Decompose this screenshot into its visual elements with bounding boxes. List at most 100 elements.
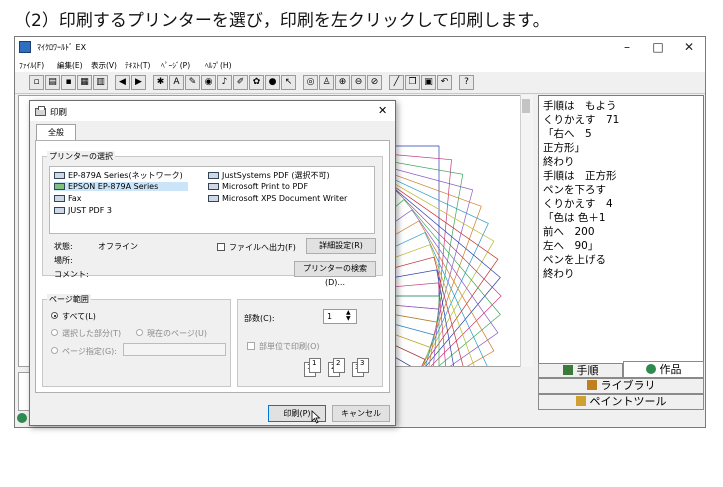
stop-icon[interactable]: ⊘	[367, 75, 382, 90]
brush-icon	[575, 396, 586, 406]
range-current-radio[interactable]	[136, 329, 143, 336]
collate-page-icon: 3	[357, 358, 369, 373]
printer-item-label: JUST PDF 3	[68, 206, 112, 215]
paste-icon[interactable]: ▣	[421, 75, 436, 90]
program-line: ペンを上げる	[543, 254, 606, 266]
copy-icon[interactable]: ❐	[405, 75, 420, 90]
comment-label: コメント:	[54, 270, 89, 279]
range-selection-label: 選択した部分(T)	[62, 329, 122, 338]
range-pages-radio[interactable]	[51, 347, 58, 354]
book-icon	[562, 365, 573, 375]
range-pages-label: ページ指定(G):	[62, 347, 117, 356]
printer-select-label: プリンターの選択	[47, 151, 115, 162]
printer-item-label: JustSystems PDF (選択不可)	[222, 171, 330, 180]
cursor-icon[interactable]: ↖	[281, 75, 296, 90]
save-icon[interactable]: ▪	[61, 75, 76, 90]
printer-item[interactable]: EP-879A Series(ネットワーク)	[54, 170, 183, 181]
range-all-label: すべて(L)	[62, 312, 96, 321]
status-label: 状態:	[54, 242, 73, 251]
printer-icon	[54, 183, 65, 190]
help-icon[interactable]: ?	[459, 75, 474, 90]
program-line: ペンを下ろす	[543, 184, 606, 196]
tab-library-label: ライブラリ	[600, 379, 656, 392]
back-icon[interactable]: ◀	[115, 75, 130, 90]
scrollbar-thumb[interactable]	[522, 99, 530, 113]
find-printer-button[interactable]: プリンターの検索(D)...	[294, 261, 376, 287]
dialog-title: 印刷	[50, 108, 68, 118]
print-dialog: 印刷 ✕ 全般 プリンターの選択 EP-879A Series(ネットワーク) …	[29, 100, 396, 426]
printer-item-label: Microsoft XPS Document Writer	[222, 194, 348, 203]
app-title: ﾏｲｸﾛﾜｰﾙﾄﾞ EX	[37, 43, 87, 52]
brush-icon[interactable]: ✐	[233, 75, 248, 90]
tab-works[interactable]: 作品	[623, 361, 704, 378]
preferences-button[interactable]: 詳細設定(R)	[306, 238, 376, 254]
printer-icon	[208, 195, 219, 202]
eye-icon[interactable]: ◉	[201, 75, 216, 90]
tab-steps[interactable]: 手順	[538, 363, 623, 378]
grid-icon[interactable]: ▥	[93, 75, 108, 90]
menu-help[interactable]: ﾍﾙﾌﾟ(H)	[205, 60, 232, 71]
tab-paint-tool-label: ペイントツール	[589, 395, 667, 408]
open-icon[interactable]: ▤	[45, 75, 60, 90]
printer-item[interactable]: Microsoft Print to PDF	[208, 182, 308, 191]
status-icon	[17, 413, 27, 423]
close-button[interactable]: ✕	[674, 37, 704, 58]
zoom-in-icon[interactable]: ⊕	[335, 75, 350, 90]
menu-view[interactable]: 表示(V)	[91, 60, 117, 71]
forward-icon[interactable]: ▶	[131, 75, 146, 90]
zoom-out-icon[interactable]: ⊖	[351, 75, 366, 90]
tab-paint-tool[interactable]: ペイントツール	[538, 394, 704, 410]
maximize-button[interactable]: □	[643, 37, 673, 58]
canvas-scrollbar[interactable]	[520, 95, 533, 367]
new-icon[interactable]: ▫	[29, 75, 44, 90]
printer-item-label: EP-879A Series(ネットワーク)	[68, 171, 183, 180]
text-icon[interactable]: A	[169, 75, 184, 90]
menu-page[interactable]: ﾍﾟｰｼﾞ(P)	[161, 60, 190, 71]
range-all-radio[interactable]	[51, 312, 58, 319]
globe-icon[interactable]: ●	[265, 75, 280, 90]
instruction-caption: （2）印刷するプリンターを選び，印刷を左クリックして印刷します。	[14, 11, 550, 31]
dialog-close-button[interactable]: ✕	[378, 104, 387, 117]
printer-item[interactable]: Fax	[54, 194, 82, 203]
mouse-cursor-icon	[311, 410, 321, 424]
tab-library[interactable]: ライブラリ	[538, 378, 704, 394]
cancel-button[interactable]: キャンセル	[332, 405, 390, 422]
copies-input[interactable]: 1	[323, 309, 357, 324]
range-current-label: 現在のページ(U)	[147, 329, 207, 338]
undo-icon[interactable]: ↶	[437, 75, 452, 90]
printer-item[interactable]: Microsoft XPS Document Writer	[208, 194, 347, 203]
print-to-file-checkbox[interactable]	[217, 243, 225, 251]
dialog-body: プリンターの選択 EP-879A Series(ネットワーク) EPSON EP…	[35, 140, 390, 393]
person-icon[interactable]: ♙	[319, 75, 334, 90]
menu-file[interactable]: ﾌｧｲﾙ(F)	[19, 60, 44, 71]
printer-item-selected[interactable]: EPSON EP-879A Series	[54, 182, 189, 191]
copies-stepper-icon[interactable]: ▲ ▼	[346, 310, 351, 322]
turtle-icon[interactable]: ✱	[153, 75, 168, 90]
tab-works-label: 作品	[659, 363, 682, 376]
program-line: 正方形」	[543, 142, 585, 154]
minimize-button[interactable]: –	[612, 37, 642, 58]
program-line: くりかえす 4	[543, 198, 613, 210]
line-icon[interactable]: ╱	[389, 75, 404, 90]
status-value: オフライン	[98, 242, 138, 251]
music-icon[interactable]: ♪	[217, 75, 232, 90]
printer-item[interactable]: JustSystems PDF (選択不可)	[208, 170, 330, 181]
toolbar: ▫ ▤ ▪ ▦ ▥ ◀ ▶ ✱ A ✎ ◉ ♪ ✐ ✿ ● ↖ ◎ ♙ ⊕ ⊖ ⊘ ╱ ❐ ▣ ↶?	[15, 73, 705, 94]
menu-bar: ﾌｧｲﾙ(F) 編集(E) 表示(V) ﾃｷｽﾄ(T) ﾍﾟｰｼﾞ(P) ﾍﾙﾌ…	[15, 58, 705, 72]
collate-checkbox[interactable]	[247, 342, 255, 350]
program-line: 「色は 色＋1	[543, 212, 606, 224]
view-icon[interactable]: ◎	[303, 75, 318, 90]
menu-edit[interactable]: 編集(E)	[57, 60, 83, 71]
range-selection-radio[interactable]	[51, 329, 58, 336]
program-editor[interactable]: 手順は もよう くりかえす 71 「右へ 5 正方形」 終わり 手順は 正方形 …	[538, 95, 704, 366]
color-icon[interactable]: ✿	[249, 75, 264, 90]
range-pages-input[interactable]	[123, 343, 226, 356]
menu-text[interactable]: ﾃｷｽﾄ(T)	[125, 60, 150, 71]
print-icon[interactable]: ▦	[77, 75, 92, 90]
pen-icon[interactable]: ✎	[185, 75, 200, 90]
tab-general[interactable]: 全般	[36, 124, 76, 141]
printer-list[interactable]: EP-879A Series(ネットワーク) EPSON EP-879A Ser…	[49, 166, 375, 234]
printer-item[interactable]: JUST PDF 3	[54, 206, 112, 215]
page-range-label: ページ範囲	[47, 294, 91, 305]
printer-item-label: EPSON EP-879A Series	[68, 182, 159, 191]
